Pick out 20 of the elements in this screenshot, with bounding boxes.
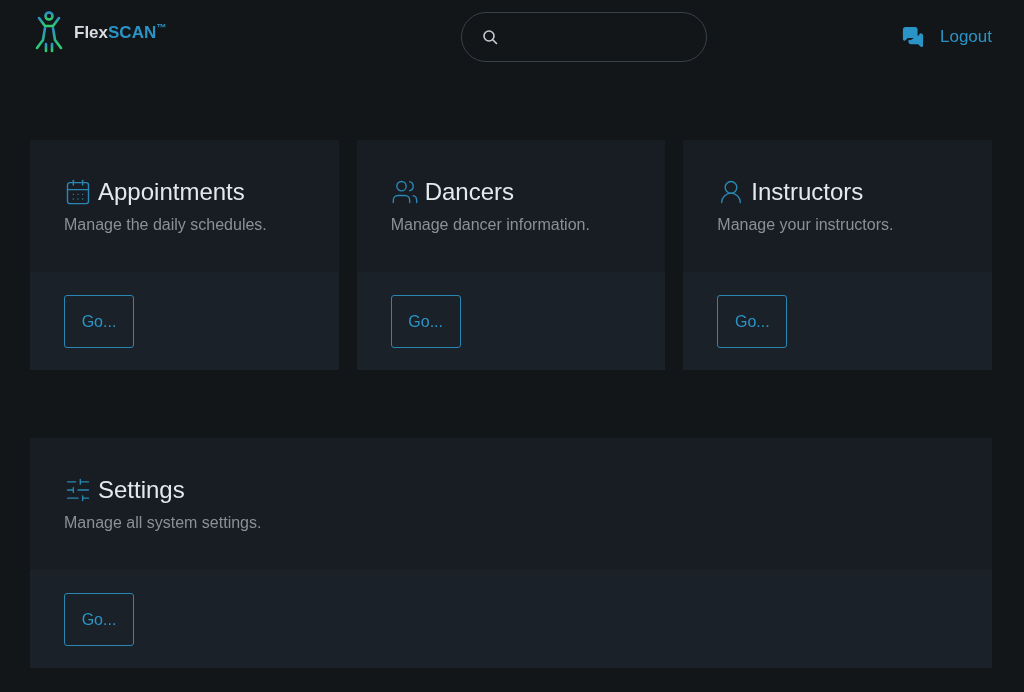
card-title: Appointments <box>98 178 245 206</box>
card-title: Instructors <box>751 178 864 206</box>
card-description: Manage dancer information. <box>390 216 591 234</box>
search-field[interactable] <box>461 12 708 62</box>
card-title: Settings <box>98 476 185 504</box>
card-description: Manage all system settings. <box>64 514 263 532</box>
brand-name: FlexSCAN$^{™}$ <box>74 21 167 43</box>
card-title: Dancers <box>424 178 515 206</box>
go-button[interactable]: Go... <box>64 295 134 348</box>
users-icon <box>390 178 419 206</box>
card-description: Manage the daily schedules. <box>64 216 268 234</box>
go-button[interactable]: Go... <box>717 295 788 348</box>
card-description: Manage your instructors. <box>717 216 895 234</box>
calendar-icon <box>64 178 92 206</box>
search-icon <box>482 29 499 45</box>
sliders-icon <box>64 476 92 504</box>
go-button[interactable]: Go... <box>64 593 134 646</box>
logout-link[interactable]: Logout <box>940 27 992 47</box>
chat-bubbles-icon[interactable] <box>902 26 924 48</box>
go-button[interactable]: Go... <box>390 295 461 348</box>
